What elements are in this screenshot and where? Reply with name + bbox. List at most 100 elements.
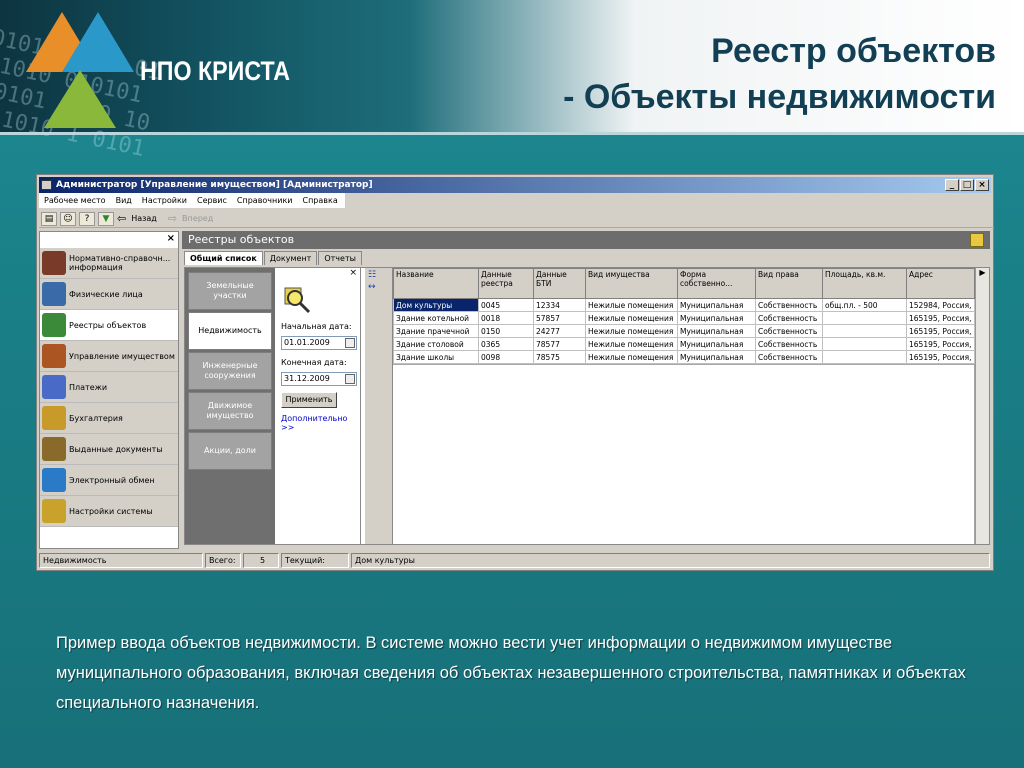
table-cell[interactable]: 0150 (478, 324, 534, 338)
nav-item[interactable]: Бухгалтерия (40, 403, 178, 434)
back-button[interactable]: Назад (131, 214, 157, 223)
tab-general-list[interactable]: Общий список (184, 251, 263, 265)
table-cell[interactable]: Муниципальная (677, 298, 756, 312)
subcat-engineering[interactable]: Инженерные сооружения (188, 352, 272, 390)
table-cell[interactable]: Собственность (755, 298, 823, 312)
filter-icon[interactable]: ▼ (98, 211, 114, 226)
minimize-button[interactable]: _ (945, 179, 959, 191)
table-row[interactable]: Здание столовой 0365 78577 Нежилые помещени… (393, 337, 975, 351)
subcat-land[interactable]: Земельные участки (188, 272, 272, 310)
nav-close-icon[interactable]: × (167, 233, 175, 244)
more-filters-link[interactable]: Дополнительно >> (281, 414, 360, 432)
nav-item[interactable]: Электронный обмен (40, 465, 178, 496)
table-cell[interactable]: Нежилые помещения (585, 298, 678, 312)
table-cell[interactable]: 165195, Россия, (906, 324, 975, 338)
table-cell[interactable]: Собственность (755, 324, 823, 338)
table-cell[interactable]: 165195, Россия, (906, 350, 975, 364)
table-cell[interactable]: Муниципальная (677, 324, 756, 338)
menu-help[interactable]: Справка (297, 196, 342, 205)
menu-view[interactable]: Вид (111, 196, 137, 205)
table-cell[interactable]: Нежилые помещения (585, 350, 678, 364)
grid-scrollbar[interactable]: ▶ (975, 268, 989, 544)
col-address[interactable]: Адрес (906, 268, 975, 299)
calendar-icon[interactable] (345, 374, 355, 384)
nav-item[interactable]: Платежи (40, 372, 178, 403)
tab-body: Земельные участки Недвижимость Инженерны… (184, 267, 990, 545)
users-icon[interactable]: ☺ (60, 211, 76, 226)
help-icon[interactable]: ? (79, 211, 95, 226)
table-cell[interactable]: Муниципальная (677, 311, 756, 325)
nav-item[interactable]: Настройки системы (40, 496, 178, 527)
table-row[interactable]: Здание школы 0098 78575 Нежилые помещения Му… (393, 350, 975, 364)
col-ownership[interactable]: Форма собственно... (677, 268, 756, 299)
subcat-shares[interactable]: Акции, доли (188, 432, 272, 470)
table-cell[interactable]: Здание школы (393, 350, 479, 364)
table-cell[interactable]: Здание котельной (393, 311, 479, 325)
table-cell[interactable] (822, 350, 907, 364)
table-cell[interactable]: 0365 (478, 337, 534, 351)
column-chooser-icon[interactable]: ☷ (365, 268, 392, 282)
table-row[interactable]: Здание прачечной 0150 24277 Нежилые помещен… (393, 324, 975, 338)
close-button[interactable]: × (975, 179, 989, 191)
col-area[interactable]: Площадь, кв.м. (822, 268, 907, 299)
menu-settings[interactable]: Настройки (137, 196, 192, 205)
col-registry[interactable]: Данные реестра (478, 268, 534, 299)
table-cell[interactable]: Собственность (755, 337, 823, 351)
tab-document[interactable]: Документ (263, 251, 318, 265)
scroll-right-icon[interactable]: ▶ (976, 268, 989, 277)
table-cell[interactable]: Собственность (755, 350, 823, 364)
menu-workplace[interactable]: Рабочее место (39, 196, 111, 205)
nav-item[interactable]: Физические лица (40, 279, 178, 310)
tab-reports[interactable]: Отчеты (318, 251, 362, 265)
table-cell[interactable]: 57857 (533, 311, 586, 325)
table-cell[interactable]: Муниципальная (677, 350, 756, 364)
properties-icon[interactable]: ▤ (41, 211, 57, 226)
table-row[interactable]: Здание котельной 0018 57857 Нежилые помещен… (393, 311, 975, 325)
maximize-button[interactable]: □ (960, 179, 974, 191)
table-cell[interactable]: 12334 (533, 298, 586, 312)
back-arrow-icon[interactable]: ⇦ (117, 212, 126, 225)
table-cell[interactable]: 152984, Россия, (906, 298, 975, 312)
table-cell[interactable]: Нежилые помещения (585, 324, 678, 338)
end-date-field[interactable]: 31.12.2009 (281, 372, 357, 386)
table-cell[interactable]: 0045 (478, 298, 534, 312)
table-cell[interactable]: 78577 (533, 337, 586, 351)
table-cell[interactable]: Нежилые помещения (585, 337, 678, 351)
col-right-type[interactable]: Вид права (755, 268, 823, 299)
table-cell[interactable]: Муниципальная (677, 337, 756, 351)
table-cell[interactable]: 0018 (478, 311, 534, 325)
subcat-realty[interactable]: Недвижимость (188, 312, 272, 350)
menu-service[interactable]: Сервис (192, 196, 232, 205)
table-cell[interactable] (822, 324, 907, 338)
col-name[interactable]: Название (393, 268, 479, 299)
calendar-icon[interactable] (345, 338, 355, 348)
col-property-type[interactable]: Вид имущества (585, 268, 678, 299)
start-date-field[interactable]: 01.01.2009 (281, 336, 357, 350)
table-row[interactable]: Дом культуры 0045 12334 Нежилые помещения Му… (393, 298, 975, 312)
table-cell[interactable]: 78575 (533, 350, 586, 364)
expand-columns-icon[interactable]: ↔ (365, 282, 392, 292)
nav-item[interactable]: Выданные документы (40, 434, 178, 465)
table-cell[interactable]: Нежилые помещения (585, 311, 678, 325)
nav-item[interactable]: Управление имуществом (40, 341, 178, 372)
table-cell[interactable]: Здание прачечной (393, 324, 479, 338)
filter-panel: × Начальная дата: 01.01.2009 Конечная да… (277, 268, 361, 544)
table-cell[interactable]: 165195, Россия, (906, 337, 975, 351)
filter-close-icon[interactable]: × (349, 268, 357, 278)
table-cell[interactable] (822, 311, 907, 325)
table-cell[interactable]: 0098 (478, 350, 534, 364)
table-cell[interactable]: 165195, Россия, (906, 311, 975, 325)
table-cell[interactable]: Собственность (755, 311, 823, 325)
table-cell[interactable]: 24277 (533, 324, 586, 338)
col-bti[interactable]: Данные БТИ (533, 268, 586, 299)
table-cell[interactable]: Здание столовой (393, 337, 479, 351)
menu-references[interactable]: Справочники (232, 196, 298, 205)
apply-button[interactable]: Применить (281, 392, 337, 408)
subcat-movable[interactable]: Движимое имущество (188, 392, 272, 430)
table-cell[interactable] (822, 337, 907, 351)
nav-item[interactable]: Реестры объектов (40, 310, 178, 341)
table-cell[interactable]: общ.пл. - 500 (822, 298, 907, 312)
nav-item[interactable]: Нормативно-справочн... информация (40, 248, 178, 279)
table-cell[interactable]: Дом культуры (393, 298, 479, 312)
registry-icon[interactable] (970, 233, 984, 247)
